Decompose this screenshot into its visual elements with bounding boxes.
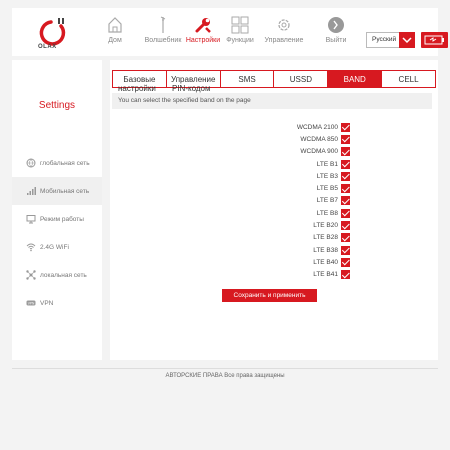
band-row: LTE B3 — [250, 170, 350, 182]
tab-band[interactable]: BAND — [328, 71, 383, 87]
band-row: LTE B40 — [250, 256, 350, 268]
band-checkbox[interactable] — [341, 184, 350, 194]
band-checkbox[interactable] — [341, 270, 350, 280]
nav-home[interactable]: Дом — [92, 16, 138, 44]
band-checkbox[interactable] — [341, 159, 350, 169]
band-row: LTE B28 — [250, 232, 350, 244]
sidebar-item-operation-mode[interactable]: Режим работы — [12, 205, 102, 233]
sidebar-item-wan[interactable]: глобальная сеть — [12, 149, 102, 177]
band-row: WCDMA 2100 — [250, 121, 350, 133]
tab-basic-settings-overflow[interactable]: настройки — [118, 84, 156, 93]
top-header: OLAX Дом Волшебник Настройки Функции Упр… — [12, 8, 448, 56]
band-settings-panel: Базовые Управление SMS USSD BAND CELL Yo… — [110, 60, 438, 360]
band-checkbox[interactable] — [341, 221, 350, 231]
band-row: LTE B20 — [250, 219, 350, 231]
settings-tabs: Базовые Управление SMS USSD BAND CELL — [112, 70, 436, 88]
vpn-icon: VPN — [26, 300, 36, 306]
band-checkbox[interactable] — [341, 134, 350, 144]
band-checkbox[interactable] — [341, 208, 350, 218]
band-row: WCDMA 900 — [250, 146, 350, 158]
battery-charging-icon — [424, 35, 444, 45]
sidebar-item-mobile-network[interactable]: Мобильная сеть — [12, 177, 102, 205]
band-row: LTE B5 — [250, 182, 350, 194]
footer-divider — [12, 368, 438, 369]
copyright-footer: АВТОРСКИЕ ПРАВА Все права защищены — [165, 373, 285, 379]
wifi-icon — [26, 243, 36, 252]
settings-sidebar: Settings глобальная сеть Мобильная сеть … — [12, 60, 102, 360]
svg-text:VPN: VPN — [28, 301, 35, 305]
band-row: LTE B41 — [250, 269, 350, 281]
wrench-icon — [195, 18, 211, 33]
save-and-apply-button[interactable]: Сохранить и применить — [222, 289, 317, 302]
battery-indicator — [421, 32, 448, 48]
band-checkbox[interactable] — [341, 147, 350, 157]
home-icon — [108, 17, 122, 33]
sidebar-title: Settings — [38, 100, 76, 111]
tab-cell[interactable]: CELL — [382, 71, 435, 87]
tab-sms[interactable]: SMS — [220, 71, 275, 87]
signal-bars-icon — [27, 187, 36, 195]
wand-icon — [160, 16, 166, 33]
sidebar-item-wifi[interactable]: 2.4G WiFi — [12, 233, 102, 261]
band-row: LTE B1 — [250, 158, 350, 170]
grid-icon — [231, 16, 249, 34]
monitor-icon — [26, 215, 36, 224]
chevron-down-icon — [402, 37, 412, 44]
band-checkbox-list: WCDMA 2100 WCDMA 850 WCDMA 900 LTE B1 LT… — [250, 121, 350, 281]
band-row: WCDMA 850 — [250, 133, 350, 145]
band-checkbox[interactable] — [341, 245, 350, 255]
info-message: You can select the specified band on the… — [112, 93, 432, 109]
globe-icon — [26, 158, 36, 168]
nav-logout[interactable]: Выйти — [313, 16, 359, 44]
band-row: LTE B8 — [250, 207, 350, 219]
band-checkbox[interactable] — [341, 233, 350, 243]
band-checkbox[interactable] — [341, 257, 350, 267]
nav-management[interactable]: Управление — [261, 16, 307, 44]
band-row: LTE B7 — [250, 195, 350, 207]
band-checkbox[interactable] — [341, 196, 350, 206]
logo-text: OLAX — [38, 44, 57, 50]
tab-ussd[interactable]: USSD — [274, 71, 329, 87]
nav-functions[interactable]: Функции — [217, 16, 263, 44]
band-row: LTE B38 — [250, 244, 350, 256]
sidebar-item-vpn[interactable]: VPN VPN — [12, 289, 102, 317]
band-checkbox[interactable] — [341, 171, 350, 181]
tab-pin-management-overflow[interactable]: PIN-кодом — [172, 84, 210, 93]
power-icon — [328, 17, 344, 33]
language-dropdown-button[interactable] — [399, 32, 415, 48]
sidebar-item-lan[interactable]: локальная сеть — [12, 261, 102, 289]
gear-icon — [278, 19, 290, 31]
band-checkbox[interactable] — [341, 122, 350, 132]
network-icon — [26, 270, 36, 280]
